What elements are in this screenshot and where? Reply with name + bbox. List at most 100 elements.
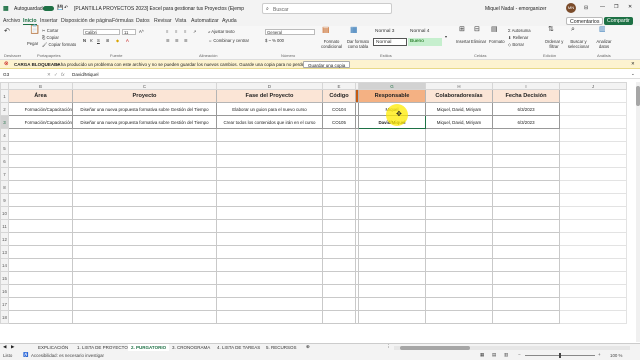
horizontal-scrollbar[interactable] (394, 346, 630, 350)
cell[interactable] (492, 193, 560, 207)
cell[interactable] (216, 154, 323, 168)
cell[interactable] (559, 206, 627, 220)
format-button[interactable]: Formato (489, 39, 505, 44)
cell[interactable] (8, 141, 73, 155)
grow-font-icon[interactable]: A^ (139, 29, 144, 34)
cell[interactable] (72, 271, 217, 285)
styles-more-icon[interactable]: ▾ (445, 34, 447, 39)
font-color-icon[interactable]: A (126, 38, 129, 43)
cell[interactable] (322, 245, 356, 259)
cell[interactable] (72, 154, 217, 168)
paste-button[interactable]: Pegar (27, 41, 38, 46)
cell[interactable] (559, 232, 627, 246)
cell-colaboradores[interactable]: Miquel, David, Miriyam (425, 115, 493, 129)
align-center-icon[interactable]: ☰ (175, 38, 179, 43)
tab-vista[interactable]: Vista (175, 18, 186, 25)
merge-center-button[interactable]: ⇔ Combinar y centrar (208, 38, 249, 43)
cell[interactable] (358, 271, 426, 285)
cell[interactable] (358, 310, 426, 324)
close-icon[interactable]: ✕ (628, 4, 632, 10)
cell[interactable] (492, 284, 560, 298)
zoom-in-icon[interactable]: + (598, 352, 601, 357)
cell[interactable] (492, 245, 560, 259)
cell[interactable] (358, 245, 426, 259)
cell[interactable] (425, 284, 493, 298)
cell[interactable] (425, 245, 493, 259)
style-normal-4[interactable]: Normal 4 (408, 28, 442, 36)
orientation-icon[interactable]: ↗ (193, 29, 197, 34)
align-right-icon[interactable]: ☰ (184, 38, 188, 43)
more-sheets-icon[interactable]: ⋮ (386, 344, 391, 350)
align-top-icon[interactable]: ≡ (166, 29, 168, 34)
cell[interactable] (322, 297, 356, 311)
col-header-b[interactable]: B (8, 82, 73, 90)
paste-icon[interactable]: 📋 (29, 25, 40, 34)
cell[interactable] (559, 310, 627, 324)
find-icon[interactable]: ⌕ (571, 26, 575, 33)
cell[interactable] (492, 310, 560, 324)
row-header[interactable]: 6 (0, 154, 9, 168)
autosum-button[interactable]: Σ Autosuma (508, 28, 531, 33)
row-header[interactable]: 13 (0, 245, 9, 259)
cell[interactable] (216, 180, 323, 194)
page-break-icon[interactable]: ▥ (504, 352, 508, 358)
header-proyecto[interactable]: Proyecto (72, 89, 217, 103)
name-box[interactable]: G3 (3, 72, 43, 77)
cell[interactable] (72, 310, 217, 324)
cell[interactable] (358, 206, 426, 220)
cell[interactable] (559, 180, 627, 194)
cell[interactable] (322, 284, 356, 298)
col-header-c[interactable]: C (72, 82, 217, 90)
cell[interactable] (492, 258, 560, 272)
cell[interactable] (559, 193, 627, 207)
cell[interactable] (559, 284, 627, 298)
cell[interactable] (322, 167, 356, 181)
cell[interactable] (8, 310, 73, 324)
expand-formula-icon[interactable]: ⌄ (631, 71, 635, 77)
undo-icon[interactable]: ↶ (64, 5, 68, 11)
cell[interactable] (322, 206, 356, 220)
cell[interactable] (72, 258, 217, 272)
vertical-scrollbar[interactable] (636, 82, 640, 342)
row-header[interactable]: 9 (0, 193, 9, 207)
clear-button[interactable]: ◇ Borrar (508, 42, 524, 47)
cell[interactable] (559, 258, 627, 272)
format-cells-icon[interactable]: ▤ (491, 26, 498, 33)
tab-revisar[interactable]: Revisar (154, 18, 172, 25)
cell[interactable] (8, 193, 73, 207)
save-copy-button[interactable]: Guardar una copia (303, 60, 351, 68)
cell[interactable] (72, 297, 217, 311)
format-table-icon[interactable]: ▦ (350, 26, 358, 34)
row-header[interactable]: 2 (0, 102, 9, 116)
row-header[interactable]: 15 (0, 271, 9, 285)
cell[interactable] (358, 154, 426, 168)
row-header[interactable]: 8 (0, 180, 9, 194)
currency-icon[interactable]: $ ~ % 000 (265, 38, 284, 43)
insert-button[interactable]: Insertar (456, 39, 470, 44)
cell[interactable] (559, 271, 627, 285)
cell[interactable] (358, 193, 426, 207)
col-header-j[interactable]: J (559, 82, 627, 90)
cell[interactable] (8, 167, 73, 181)
cell[interactable] (72, 284, 217, 298)
cell[interactable] (358, 297, 426, 311)
cell[interactable] (425, 219, 493, 233)
row-header[interactable]: 11 (0, 219, 9, 233)
cell[interactable] (322, 271, 356, 285)
delete-button[interactable]: Eliminar (471, 39, 486, 44)
cut-button[interactable]: ✂ Cortar (42, 28, 58, 33)
cell[interactable] (8, 154, 73, 168)
next-sheet-icon[interactable]: ▶ (11, 344, 14, 350)
style-normal[interactable]: Normal (373, 38, 407, 46)
row-header[interactable]: 7 (0, 167, 9, 181)
cell-area[interactable]: Formación/Capacitación (8, 115, 73, 129)
formula-input[interactable]: David/Miquel (72, 72, 99, 77)
cell[interactable] (8, 297, 73, 311)
tab-archivo[interactable]: Archivo (3, 18, 20, 25)
avatar[interactable]: MN (566, 3, 576, 13)
cell[interactable] (425, 128, 493, 142)
borders-icon[interactable]: ⊞ (106, 38, 110, 43)
cell[interactable] (425, 271, 493, 285)
cell[interactable] (425, 141, 493, 155)
cell[interactable] (492, 297, 560, 311)
